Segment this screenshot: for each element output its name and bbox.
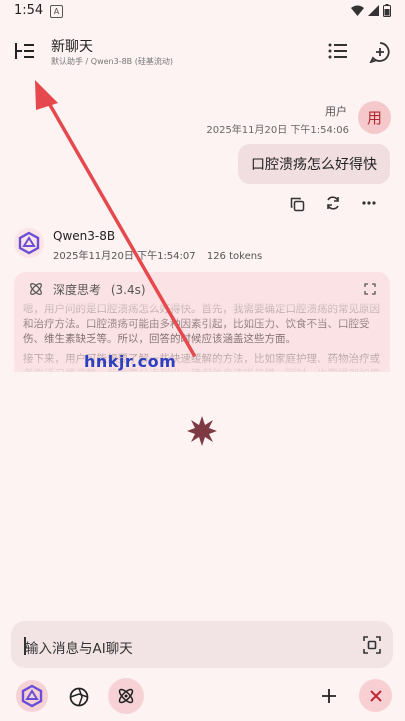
web-search-icon[interactable] [67,685,91,709]
scan-icon[interactable] [361,634,383,656]
annotation-arrow [35,80,196,357]
qwen-logo-icon [21,684,43,708]
reasoning-toggle-button[interactable] [108,678,144,714]
add-icon[interactable] [318,685,340,707]
message-input[interactable]: 输入消息与AI聊天 [25,637,133,657]
model-select-button[interactable] [16,680,48,712]
close-icon [369,689,382,702]
stop-button[interactable] [359,679,392,712]
atom-icon [118,688,134,704]
